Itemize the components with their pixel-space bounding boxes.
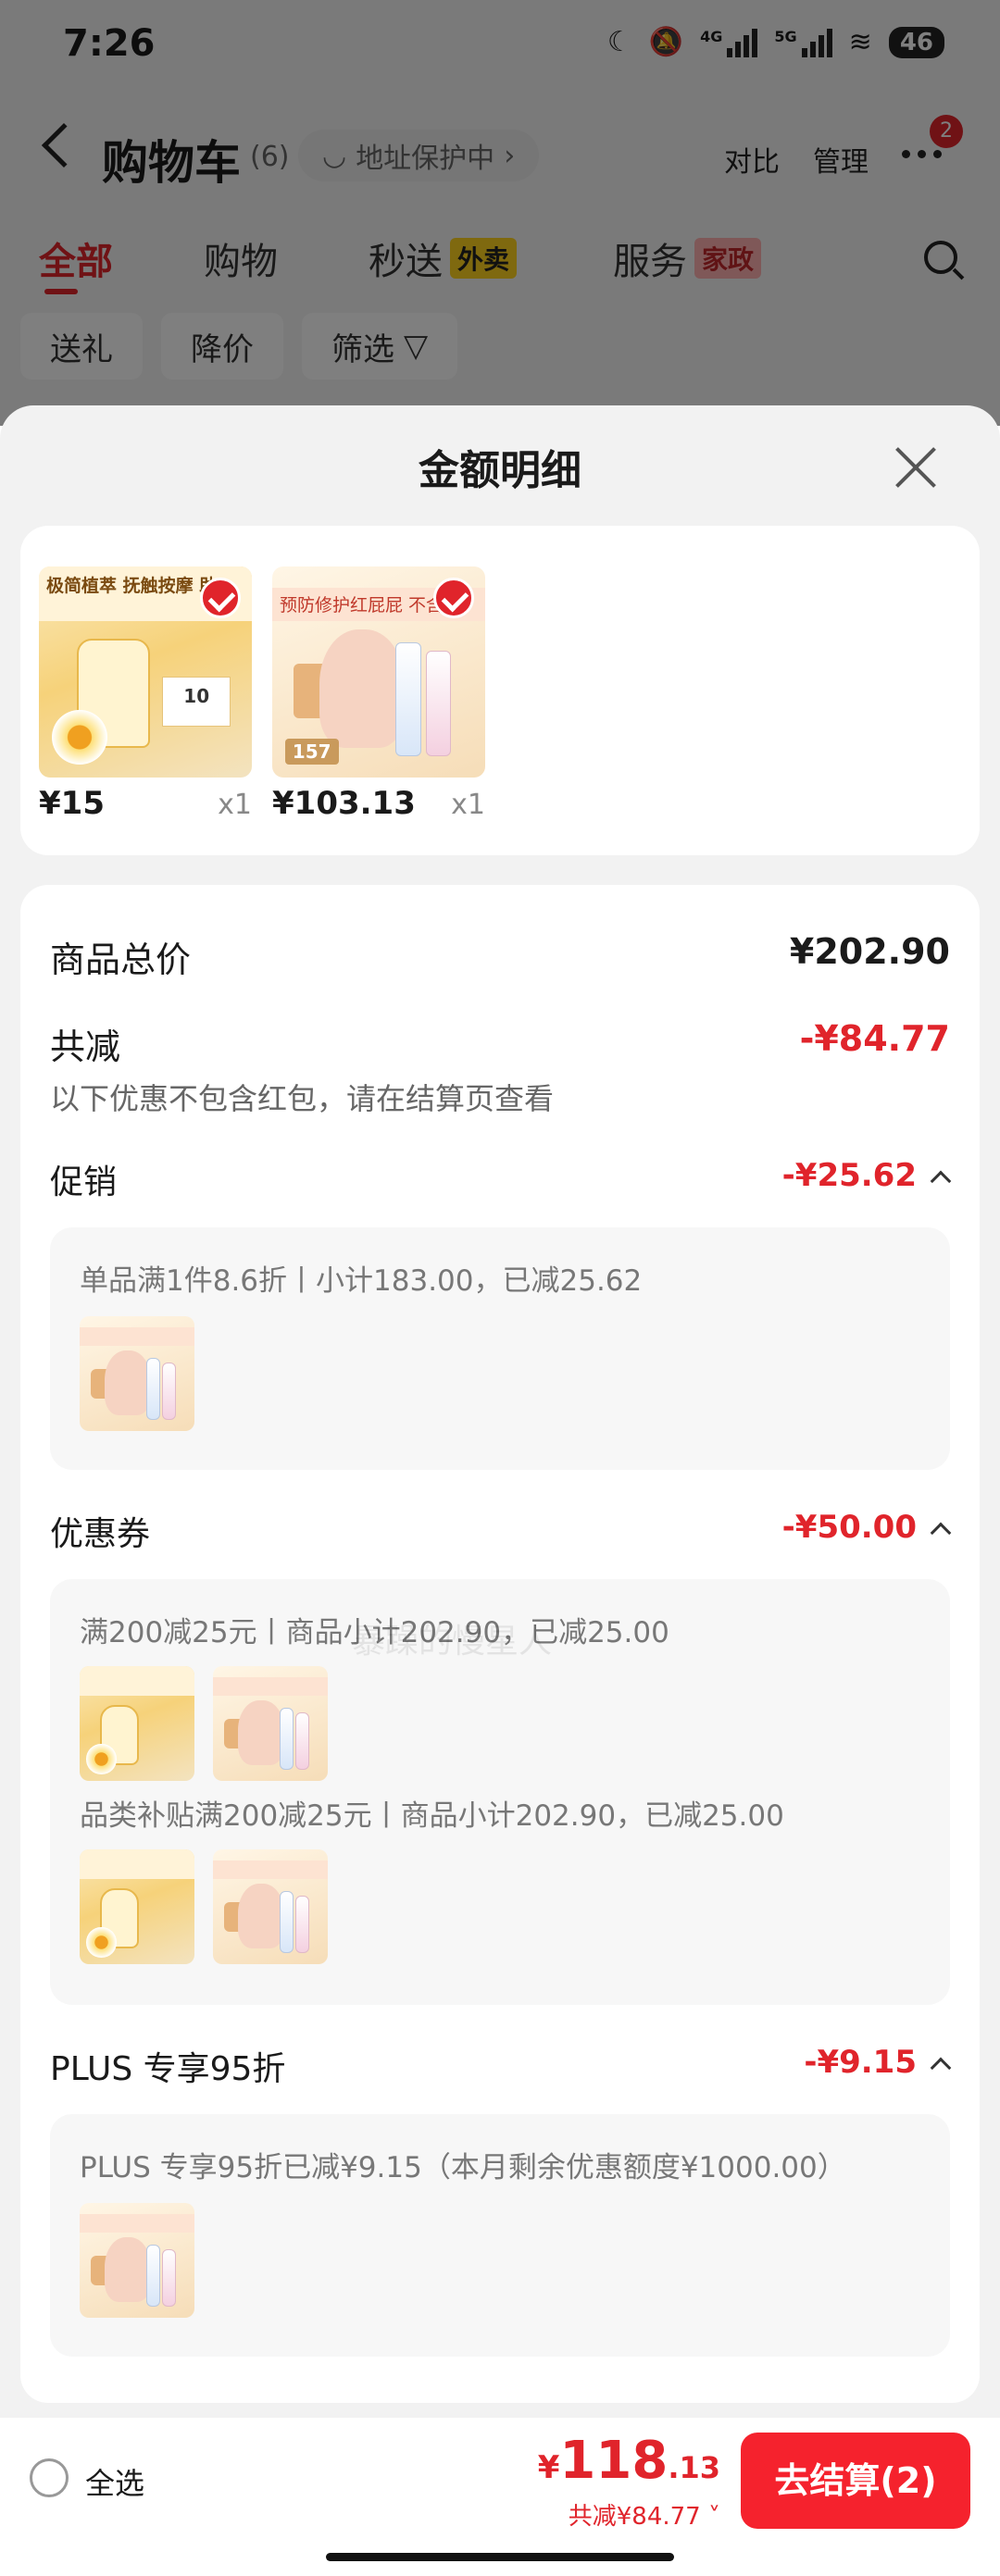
product-image-tag: 10	[162, 676, 231, 728]
product-image-price-tag: 157	[284, 739, 339, 765]
total-price-value: ¥202.90	[789, 931, 950, 972]
currency-symbol: ¥	[537, 2449, 560, 2486]
total-reduced-value: -¥84.77	[799, 1018, 950, 1059]
home-indicator[interactable]	[326, 2553, 674, 2561]
collapse-caret-icon[interactable]	[930, 1522, 952, 1544]
amount-detail-sheet: 金额明细 极简植萃 抚触按摩 助 10 ¥15 x1 预防修护红屁屁 不含 15…	[0, 405, 1000, 2576]
selected-check-icon[interactable]	[200, 578, 241, 618]
saved-summary[interactable]: 共减¥84.77 ˅	[569, 2497, 720, 2532]
coupon-label: 优惠券	[50, 1515, 151, 1553]
total-price-label: 商品总价	[50, 940, 192, 980]
plus-detail-text: PLUS 专享95折已减¥9.15（本月剩余优惠额度¥1000.00）	[80, 2151, 846, 2184]
collapse-caret-icon[interactable]	[930, 2057, 952, 2079]
select-all-label[interactable]: 全选	[85, 2460, 144, 2503]
promotion-detail-text: 单品满1件8.6折丨小计183.00，已减25.62	[80, 1264, 643, 1298]
product-item[interactable]: 预防修护红屁屁 不含 157 ¥103.13 x1	[272, 566, 485, 822]
payable-total: ¥118.13	[538, 2431, 720, 2491]
plus-detail-box: PLUS 专享95折已减¥9.15（本月剩余优惠额度¥1000.00）	[50, 2114, 950, 2357]
checkout-bar: 全选 ¥118.13 共减¥84.77 ˅ 去结算(2)	[0, 2418, 1000, 2576]
modal-overlay[interactable]	[0, 0, 1000, 426]
product-thumbnail	[80, 1316, 194, 1431]
checkout-button[interactable]: 去结算(2)	[741, 2433, 970, 2529]
product-thumbnail	[80, 1666, 194, 1781]
coupon-detail-text: 品类补贴满200减25元丨商品小计202.90，已减25.00	[80, 1799, 784, 1833]
total-integer: 118	[559, 2431, 669, 2491]
close-icon[interactable]	[893, 444, 939, 491]
collapse-caret-icon[interactable]	[930, 1170, 952, 1192]
product-thumbnail	[80, 1849, 194, 1964]
total-decimal: .13	[668, 2450, 720, 2485]
selected-products-card: 极简植萃 抚触按摩 助 10 ¥15 x1 预防修护红屁屁 不含 157 ¥10…	[20, 526, 980, 855]
reduced-note: 以下优惠不包含红包，请在结算页查看	[50, 1081, 555, 1116]
product-price: ¥15	[39, 785, 105, 822]
chevron-down-icon: ˅	[708, 2503, 720, 2531]
product-quantity: x1	[218, 789, 252, 821]
plus-discount-label: PLUS 专享95折	[50, 2050, 286, 2088]
product-thumbnail	[80, 2203, 194, 2318]
coupon-value: -¥50.00	[781, 1509, 917, 1546]
promotion-detail-box: 单品满1件8.6折丨小计183.00，已减25.62	[50, 1227, 950, 1470]
promotion-label: 促销	[50, 1164, 118, 1201]
saved-amount: 共减¥84.77	[568, 2503, 701, 2531]
plus-discount-value: -¥9.15	[804, 2044, 917, 2081]
sheet-title: 金额明细	[419, 447, 581, 494]
product-thumbnail	[213, 1849, 328, 1964]
product-thumbnail	[213, 1666, 328, 1781]
product-quantity: x1	[451, 789, 485, 821]
total-reduced-label: 共减	[50, 1027, 121, 1067]
selected-check-icon[interactable]	[433, 578, 474, 618]
watermark: 暴躁的慢星人	[352, 1623, 553, 1661]
product-item[interactable]: 极简植萃 抚触按摩 助 10 ¥15 x1	[39, 566, 252, 822]
select-all-radio[interactable]	[30, 2458, 69, 2497]
promotion-value: -¥25.62	[781, 1157, 917, 1194]
product-image: 预防修护红屁屁 不含 157	[272, 566, 485, 778]
product-price: ¥103.13	[272, 785, 416, 822]
product-image: 极简植萃 抚触按摩 助 10	[39, 566, 252, 778]
